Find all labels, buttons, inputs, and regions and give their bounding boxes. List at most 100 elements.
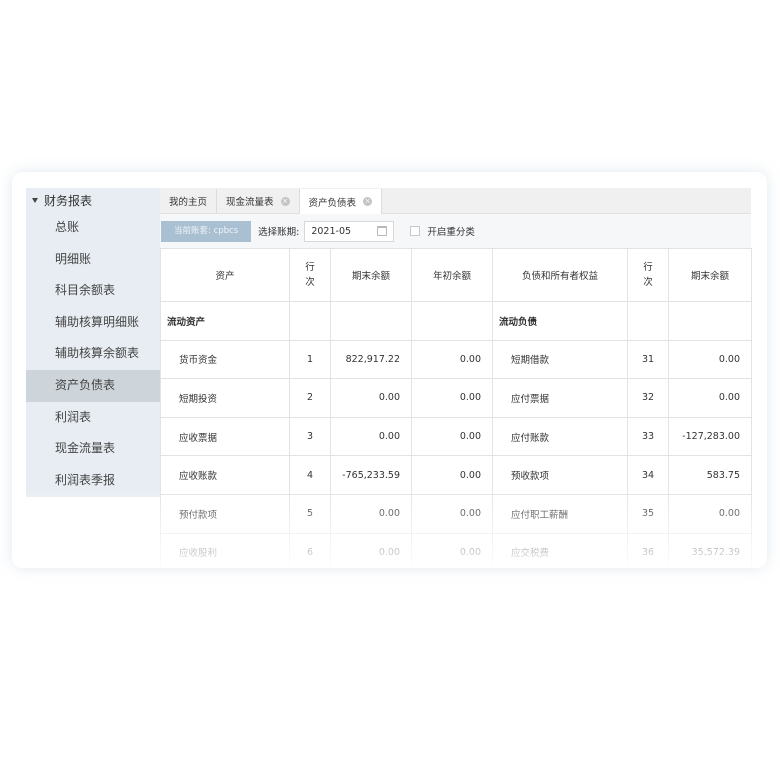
row-no-cell: 4 [289, 455, 331, 495]
tab-label: 资产负债表 [308, 197, 357, 209]
toolbar: 当前账套: cpbcs 选择账期: 2021-05 开启重分类 [160, 214, 751, 248]
sidebar-item-detail-ledger[interactable]: 明细账 [26, 244, 160, 276]
table-row: 应收账款 4 -765,233.59 0.00 预收款项 34 583.75 [160, 455, 752, 495]
header-row-number-line1: 行 [305, 262, 315, 273]
sidebar-item-aux-detail[interactable]: 辅助核算明细账 [26, 307, 160, 339]
header-row-number-line2: 次 [305, 277, 315, 288]
header-row-number-right: 行 次 [627, 248, 669, 302]
calendar-icon [377, 226, 388, 236]
caret-down-icon [32, 197, 38, 203]
header-end-balance-right: 期末余额 [668, 248, 752, 302]
row-no-cell-right: 35 [627, 493, 669, 534]
begin-balance-cell[interactable]: 0.00 [411, 378, 493, 418]
sidebar-item-aux-balance[interactable]: 辅助核算余额表 [26, 338, 160, 370]
end-balance-cell[interactable]: -765,233.59 [330, 455, 412, 495]
end-balance-cell-right[interactable]: 0.00 [668, 378, 752, 418]
current-account-button[interactable]: 当前账套: cpbcs [161, 220, 252, 242]
row-no-cell: 6 [289, 532, 331, 568]
liability-cell: 应付账款 [492, 416, 628, 457]
row-no-cell-right: 34 [627, 455, 669, 495]
tab-bar: 我的主页 现金流量表 × 资产负债表 × [160, 188, 751, 214]
table-row: 应收股利 6 0.00 0.00 应交税费 36 35,572.39 [160, 532, 752, 568]
asset-cell: 短期投资 [160, 378, 290, 418]
sidebar-item-balance-sheet[interactable]: 资产负债表 [26, 369, 160, 402]
header-row-number-line1: 行 [643, 262, 653, 273]
liability-cell: 预收款项 [492, 455, 628, 495]
end-balance-cell-right[interactable]: 583.75 [668, 455, 752, 495]
sidebar-header-financial-reports[interactable]: 财务报表 [26, 188, 160, 212]
row-no-cell-right: 31 [627, 339, 669, 380]
main-panel: 我的主页 现金流量表 × 资产负债表 × 当前账套: cpbcs 选择账期: 2… [160, 188, 752, 568]
sidebar-item-cash-flow[interactable]: 现金流量表 [26, 433, 160, 465]
header-liabilities-equity: 负债和所有者权益 [492, 248, 628, 302]
row-no-cell: 2 [289, 378, 331, 418]
row-no-cell [289, 301, 331, 341]
end-balance-cell[interactable]: 0.00 [330, 493, 412, 534]
table-row: 流动资产 流动负债 [160, 301, 752, 341]
tab-label: 现金流量表 [226, 197, 274, 208]
asset-cell: 预付款项 [160, 493, 290, 534]
end-balance-cell [330, 301, 412, 341]
begin-balance-cell[interactable]: 0.00 [411, 532, 493, 568]
begin-balance-cell [411, 301, 493, 341]
asset-cell: 应收股利 [160, 532, 290, 568]
row-no-cell-right [627, 301, 669, 341]
close-icon[interactable]: × [363, 197, 373, 206]
reclassify-checkbox[interactable] [410, 226, 421, 236]
end-balance-cell[interactable]: 0.00 [330, 378, 412, 418]
tab-cash-flow[interactable]: 现金流量表 × [217, 189, 300, 213]
asset-cell: 应收账款 [160, 455, 290, 495]
sidebar-item-account-balance[interactable]: 科目余额表 [26, 275, 160, 307]
end-balance-cell-right[interactable]: 0.00 [668, 493, 752, 534]
begin-balance-cell[interactable]: 0.00 [411, 493, 493, 534]
sidebar: 财务报表 总账 明细账 科目余额表 辅助核算明细账 辅助核算余额表 资产负债表 … [26, 188, 160, 497]
row-no-cell-right: 36 [627, 532, 669, 568]
sidebar-item-general-ledger[interactable]: 总账 [26, 212, 160, 244]
end-balance-cell-right[interactable]: -127,283.00 [668, 416, 752, 457]
header-asset: 资产 [160, 248, 290, 302]
reclassify-label: 开启重分类 [427, 227, 475, 238]
row-no-cell: 5 [289, 493, 331, 534]
end-balance-cell[interactable]: 0.00 [330, 532, 412, 568]
liability-cell: 流动负债 [492, 301, 628, 341]
tab-balance-sheet[interactable]: 资产负债表 × [299, 189, 383, 214]
asset-cell: 货币资金 [160, 339, 290, 380]
end-balance-cell-right[interactable]: 35,572.39 [668, 532, 752, 568]
begin-balance-cell[interactable]: 0.00 [411, 339, 493, 380]
end-balance-cell[interactable]: 822,917.22 [330, 339, 412, 380]
asset-cell: 流动资产 [160, 301, 290, 341]
header-begin-balance: 年初余额 [411, 248, 493, 302]
table-row: 应收票据 3 0.00 0.00 应付账款 33 -127,283.00 [160, 416, 752, 457]
row-no-cell: 3 [289, 416, 331, 457]
tab-home[interactable]: 我的主页 [160, 189, 218, 213]
liability-cell: 应付职工薪酬 [492, 493, 628, 534]
tab-label: 我的主页 [169, 197, 208, 208]
end-balance-cell-right [668, 301, 752, 341]
liability-cell: 短期借款 [492, 339, 628, 380]
period-label: 选择账期: [258, 227, 300, 238]
end-balance-cell-right[interactable]: 0.00 [668, 339, 752, 380]
close-icon[interactable]: × [280, 196, 290, 206]
table-row: 预付款项 5 0.00 0.00 应付职工薪酬 35 0.00 [160, 493, 752, 534]
period-date-picker[interactable]: 2021-05 [304, 220, 395, 242]
header-row-number: 行 次 [289, 248, 331, 302]
sidebar-item-quarterly-income[interactable]: 利润表季报 [26, 465, 160, 497]
table-row: 短期投资 2 0.00 0.00 应付票据 32 0.00 [160, 378, 752, 418]
row-no-cell-right: 32 [627, 378, 669, 418]
balance-sheet-table: 资产 行 次 期末余额 年初余额 负债和所有者权益 行 次 期末余额 流动资产 … [160, 248, 752, 568]
row-no-cell-right: 33 [627, 416, 669, 457]
row-no-cell: 1 [289, 339, 331, 380]
table-header-row: 资产 行 次 期末余额 年初余额 负债和所有者权益 行 次 期末余额 [160, 248, 752, 302]
liability-cell: 应交税费 [492, 532, 628, 568]
sidebar-item-income-statement[interactable]: 利润表 [26, 402, 160, 434]
asset-cell: 应收票据 [160, 416, 290, 457]
header-end-balance: 期末余额 [330, 248, 412, 302]
sidebar-header-label: 财务报表 [44, 193, 93, 208]
table-row: 货币资金 1 822,917.22 0.00 短期借款 31 0.00 [160, 339, 752, 380]
report-window: 财务报表 总账 明细账 科目余额表 辅助核算明细账 辅助核算余额表 资产负债表 … [12, 172, 767, 568]
begin-balance-cell[interactable]: 0.00 [411, 416, 493, 457]
liability-cell: 应付票据 [492, 378, 628, 418]
begin-balance-cell[interactable]: 0.00 [411, 455, 493, 495]
end-balance-cell[interactable]: 0.00 [330, 416, 412, 457]
period-value: 2021-05 [311, 225, 352, 237]
